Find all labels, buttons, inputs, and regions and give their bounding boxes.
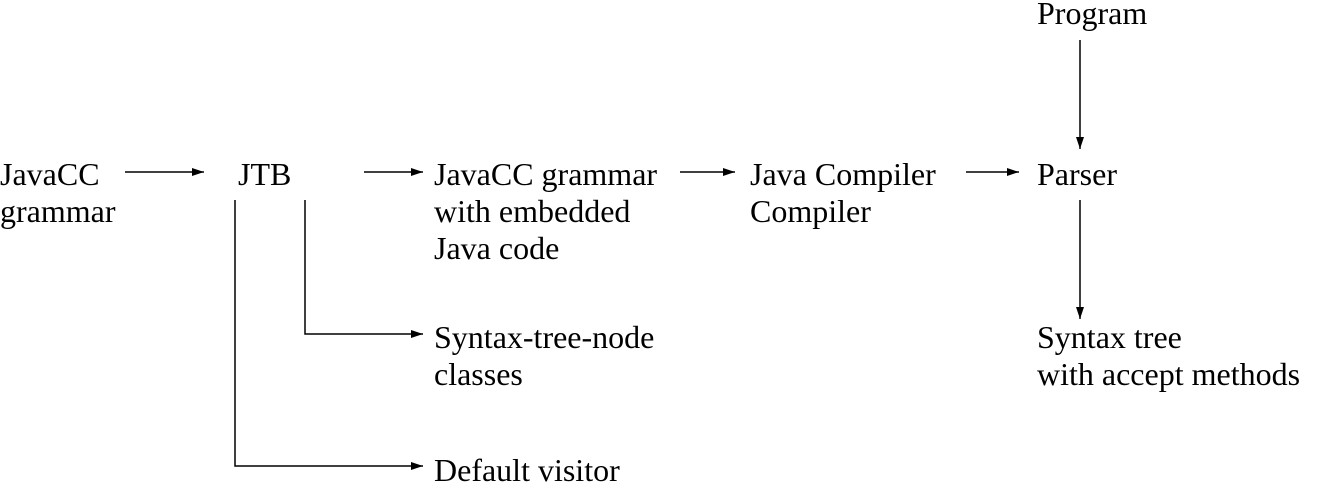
edge-jtb-to-syntax-node-classes — [304, 200, 423, 338]
diagram-connectors — [125, 40, 1084, 470]
edge-jtb-to-default-visitor — [234, 200, 423, 470]
